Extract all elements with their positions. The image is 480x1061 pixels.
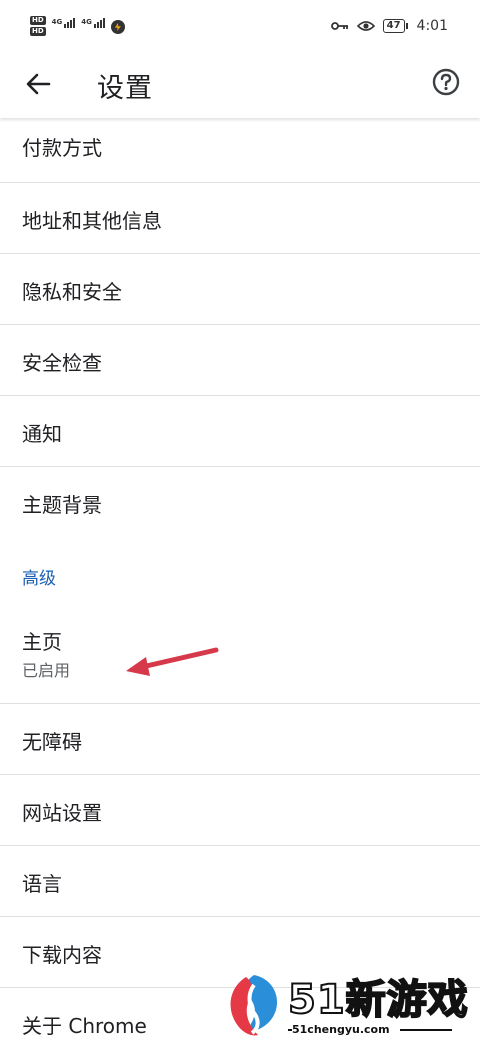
- eye-icon: [356, 21, 375, 31]
- signal-bar: [96, 22, 99, 28]
- signal-bar: [73, 18, 76, 28]
- settings-item-accessibility[interactable]: 无障碍: [0, 704, 480, 775]
- status-left: HD HD 4G 4G: [30, 16, 125, 36]
- signal-bar: [64, 24, 67, 28]
- settings-item-label: 主题背景: [22, 493, 102, 517]
- signal-bar: [67, 22, 70, 28]
- settings-item-label: 隐私和安全: [22, 280, 122, 304]
- settings-item-privacy-security[interactable]: 隐私和安全: [0, 254, 480, 325]
- section-header-advanced: 高级: [0, 538, 480, 608]
- network-type: 4G: [81, 18, 92, 26]
- settings-list: 付款方式 地址和其他信息 隐私和安全 安全检查 通知 主题背景 高级 主页 已启…: [0, 112, 480, 1059]
- help-icon: [432, 68, 460, 96]
- network-type: 4G: [51, 18, 63, 26]
- settings-item-site-settings[interactable]: 网站设置: [0, 775, 480, 846]
- signal-bar: [70, 20, 73, 28]
- key-icon: [330, 22, 348, 30]
- arrow-left-icon: [26, 73, 51, 95]
- settings-item-label: 付款方式: [22, 136, 102, 160]
- signal-bar: [102, 18, 105, 28]
- settings-item-label: 语言: [22, 872, 62, 896]
- app-toolbar: 设置: [0, 56, 480, 118]
- status-bar: HD HD 4G 4G 47 4:01: [0, 0, 480, 56]
- status-right: 47 4:01: [330, 18, 448, 34]
- help-button[interactable]: [431, 67, 461, 97]
- watermark-rule: [400, 1029, 452, 1031]
- settings-item-label: 通知: [22, 422, 62, 446]
- signal-bar: [93, 24, 96, 28]
- watermark-brand: 51新游戏: [287, 976, 469, 1024]
- hd-badge: HD: [30, 27, 46, 36]
- settings-item-languages[interactable]: 语言: [0, 846, 480, 917]
- settings-item-addresses[interactable]: 地址和其他信息: [0, 183, 480, 254]
- settings-item-label: 网站设置: [22, 801, 102, 825]
- annotation-arrow-icon: [126, 647, 219, 676]
- settings-item-payment-methods[interactable]: 付款方式: [0, 112, 480, 183]
- settings-item-label: 无障碍: [22, 730, 82, 754]
- hd-badge: HD: [30, 16, 46, 25]
- clock: 4:01: [416, 18, 448, 34]
- settings-item-label: 安全检查: [22, 351, 102, 375]
- settings-item-homepage[interactable]: 主页 已启用: [0, 608, 480, 704]
- back-button[interactable]: [22, 68, 54, 100]
- battery-icon: 47: [382, 19, 408, 33]
- watermark: 51新游戏 51chengyu.com: [218, 963, 480, 1061]
- page-title: 设置: [97, 73, 153, 104]
- signal-icon: 4G: [81, 18, 105, 28]
- watermark-logo-icon: [230, 975, 278, 1036]
- settings-item-safety-check[interactable]: 安全检查: [0, 325, 480, 396]
- settings-item-summary: 已启用: [22, 661, 71, 680]
- signal-bar: [99, 20, 102, 28]
- signal-icon: 4G: [52, 18, 76, 28]
- settings-item-notifications[interactable]: 通知: [0, 396, 480, 467]
- watermark-url: 51chengyu.com: [292, 1023, 390, 1036]
- charging-icon: [110, 20, 125, 34]
- settings-item-label: 关于 Chrome: [22, 1014, 147, 1038]
- settings-item-label: 下载内容: [22, 943, 102, 967]
- section-header-label: 高级: [22, 569, 56, 589]
- settings-item-theme[interactable]: 主题背景: [0, 467, 480, 538]
- settings-item-label: 地址和其他信息: [22, 209, 162, 233]
- hd-stack: HD HD: [30, 16, 46, 36]
- settings-item-label: 主页: [22, 630, 62, 654]
